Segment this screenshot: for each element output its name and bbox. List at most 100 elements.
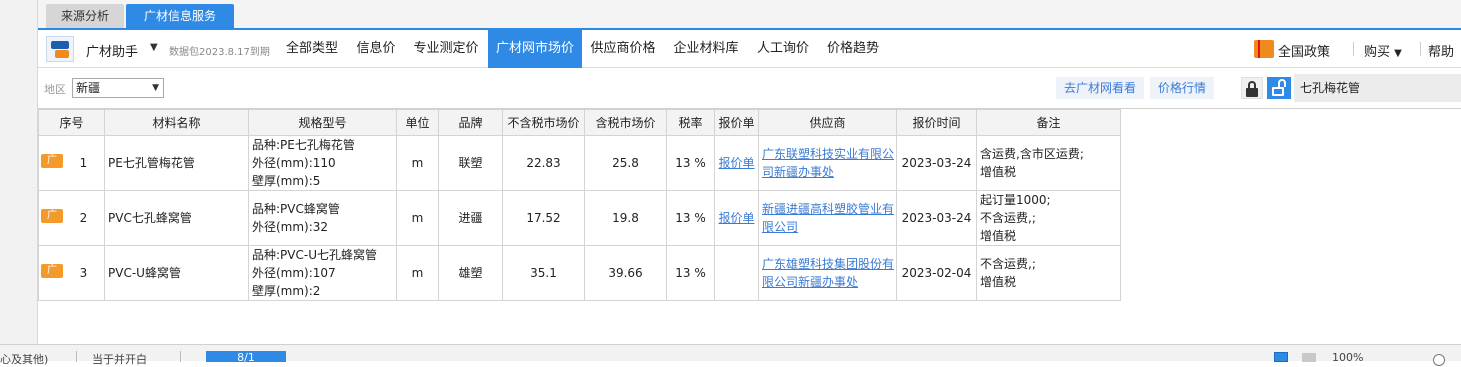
status-text-left: 心及其他) (0, 353, 49, 366)
goto-site-button[interactable]: 去广材网看看 (1056, 77, 1145, 99)
quote-date: 2023-02-04 (896, 245, 977, 301)
spec-line: 品种:PVC-U七孔蜂窝管 (252, 248, 377, 262)
note-line: 增值税 (980, 165, 1017, 179)
price-in-tax: 39.66 (584, 245, 667, 301)
divider (1353, 42, 1354, 56)
supplier-link[interactable]: 司新疆办事处 (762, 163, 896, 181)
supplier-link[interactable]: 广东雄塑科技集团股份有 (762, 255, 896, 273)
price-table-area: 序号 材料名称 规格型号 单位 品牌 不含税市场价 含税市场价 税率 报价单 供… (38, 108, 1461, 344)
zoom-slider-knob[interactable] (1433, 354, 1445, 366)
spec-line: 品种:PVC蜂窝管 (252, 202, 340, 216)
col-tax[interactable]: 税率 (666, 109, 715, 136)
note-line: 不含运费,; (980, 257, 1036, 271)
brand-name[interactable]: 广材助手 (86, 41, 138, 60)
tax-rate: 13 % (666, 135, 715, 191)
region-value: 新疆 (76, 81, 101, 95)
divider (180, 351, 181, 362)
left-gutter (0, 0, 38, 344)
status-active-tab[interactable]: 8/1 (206, 351, 286, 364)
quote-cell: 报价单 (714, 190, 759, 246)
supplier-link[interactable]: 限公司新疆办事处 (762, 273, 896, 291)
quote-link[interactable]: 报价单 (718, 211, 754, 225)
price-trend-button[interactable]: 价格行情 (1150, 77, 1215, 99)
col-unit[interactable]: 单位 (396, 109, 439, 136)
help-link[interactable]: 帮助 (1428, 41, 1454, 60)
lock-icon[interactable] (1241, 77, 1263, 99)
search-input[interactable]: 七孔梅花管 (1294, 74, 1461, 102)
menu-all-types[interactable]: 全部类型 (278, 30, 346, 68)
tab-material-info-service[interactable]: 广材信息服务 (126, 4, 234, 28)
menu-price-trend[interactable]: 价格趋势 (820, 30, 886, 68)
divider (1420, 42, 1421, 56)
source-badge: 广 (41, 264, 63, 278)
brand: 联塑 (438, 135, 503, 191)
supplier-cell: 新疆进疆高科塑胶管业有 限公司 (758, 190, 897, 246)
main-toolbar: 广材助手 ▼ 数据包2023.8.17到期 全部类型 信息价 专业测定价 广材网… (38, 28, 1461, 68)
price-table: 序号 材料名称 规格型号 单位 品牌 不含税市场价 含税市场价 税率 报价单 供… (38, 109, 1121, 301)
region-label: 地区 (44, 83, 66, 96)
material-name: PE七孔管梅花管 (104, 135, 249, 191)
package-expiry: 数据包2023.8.17到期 (169, 47, 270, 58)
status-bar: 心及其他) 当于并开白 8/1 100% (0, 344, 1461, 366)
supplier-link[interactable]: 新疆进疆高科塑胶管业有 (762, 200, 896, 218)
table-header-row: 序号 材料名称 规格型号 单位 品牌 不含税市场价 含税市场价 税率 报价单 供… (38, 109, 1121, 136)
col-brand[interactable]: 品牌 (438, 109, 503, 136)
menu-professional-price[interactable]: 专业测定价 (406, 30, 486, 68)
app-logo (46, 36, 74, 62)
region-select[interactable]: 新疆 ▼ (72, 78, 164, 98)
col-spec[interactable]: 规格型号 (248, 109, 397, 136)
unlock-icon[interactable] (1267, 77, 1291, 99)
col-no[interactable]: 序号 (38, 109, 105, 136)
menu-supplier-price[interactable]: 供应商价格 (584, 30, 662, 68)
col-price-ex-tax[interactable]: 不含税市场价 (502, 109, 585, 136)
price-in-tax: 19.8 (584, 190, 667, 246)
chevron-down-icon[interactable]: ▼ (150, 42, 158, 53)
row-no: 1 (79, 156, 88, 170)
supplier-cell: 广东联塑科技实业有限公 司新疆办事处 (758, 135, 897, 191)
menu-market-price[interactable]: 广材网市场价 (488, 30, 582, 68)
spec-line: 品种:PE七孔梅花管 (252, 138, 355, 152)
supplier-link[interactable]: 限公司 (762, 218, 896, 236)
supplier-cell: 广东雄塑科技集团股份有 限公司新疆办事处 (758, 245, 897, 301)
buy-menu[interactable]: 购买 ▼ (1364, 41, 1402, 60)
price-ex-tax: 22.83 (502, 135, 585, 191)
col-price-in-tax[interactable]: 含税市场价 (584, 109, 667, 136)
spec-line: 外径(mm):110 (252, 156, 336, 170)
menu-manual-inquiry[interactable]: 人工询价 (750, 30, 816, 68)
col-name[interactable]: 材料名称 (104, 109, 249, 136)
spec-line: 壁厚(mm):5 (252, 174, 321, 188)
buy-label: 购买 (1364, 45, 1391, 60)
national-policy-link[interactable]: 全国政策 (1278, 41, 1330, 60)
tax-rate: 13 % (666, 245, 715, 301)
menu-enterprise-library[interactable]: 企业材料库 (666, 30, 746, 68)
col-supplier[interactable]: 供应商 (758, 109, 897, 136)
unit: m (396, 190, 439, 246)
note-cell: 不含运费,; 增值税 (976, 245, 1121, 301)
row-no-cell: 广1 (38, 135, 105, 191)
col-note[interactable]: 备注 (976, 109, 1121, 136)
table-row[interactable]: 广3 PVC-U蜂窝管 品种:PVC-U七孔蜂窝管 外径(mm):107 壁厚(mm… (38, 245, 1121, 301)
spec-line: 外径(mm):32 (252, 220, 329, 234)
spec-cell: 品种:PE七孔梅花管 外径(mm):110 壁厚(mm):5 (248, 135, 397, 191)
price-ex-tax: 35.1 (502, 245, 585, 301)
chevron-down-icon: ▼ (1394, 48, 1402, 59)
source-badge: 广 (41, 154, 63, 168)
col-quote[interactable]: 报价单 (714, 109, 759, 136)
row-no-cell: 广3 (38, 245, 105, 301)
divider (76, 351, 77, 362)
row-no: 3 (79, 266, 88, 280)
quote-link[interactable]: 报价单 (718, 156, 754, 170)
menu-info-price[interactable]: 信息价 (350, 30, 402, 68)
tab-source-analysis[interactable]: 来源分析 (46, 4, 124, 28)
material-name: PVC-U蜂窝管 (104, 245, 249, 301)
table-row[interactable]: 广1 PE七孔管梅花管 品种:PE七孔梅花管 外径(mm):110 壁厚(mm):5… (38, 135, 1121, 191)
note-cell: 含运费,含市区运费; 增值税 (976, 135, 1121, 191)
spec-cell: 品种:PVC蜂窝管 外径(mm):32 (248, 190, 397, 246)
row-no: 2 (79, 211, 88, 225)
supplier-link[interactable]: 广东联塑科技实业有限公 (762, 145, 896, 163)
col-date[interactable]: 报价时间 (896, 109, 977, 136)
price-ex-tax: 17.52 (502, 190, 585, 246)
table-row[interactable]: 广2 PVC七孔蜂窝管 品种:PVC蜂窝管 外径(mm):32 m 进疆 17.5… (38, 190, 1121, 246)
note-line: 增值税 (980, 229, 1017, 243)
quote-cell: 报价单 (714, 135, 759, 191)
